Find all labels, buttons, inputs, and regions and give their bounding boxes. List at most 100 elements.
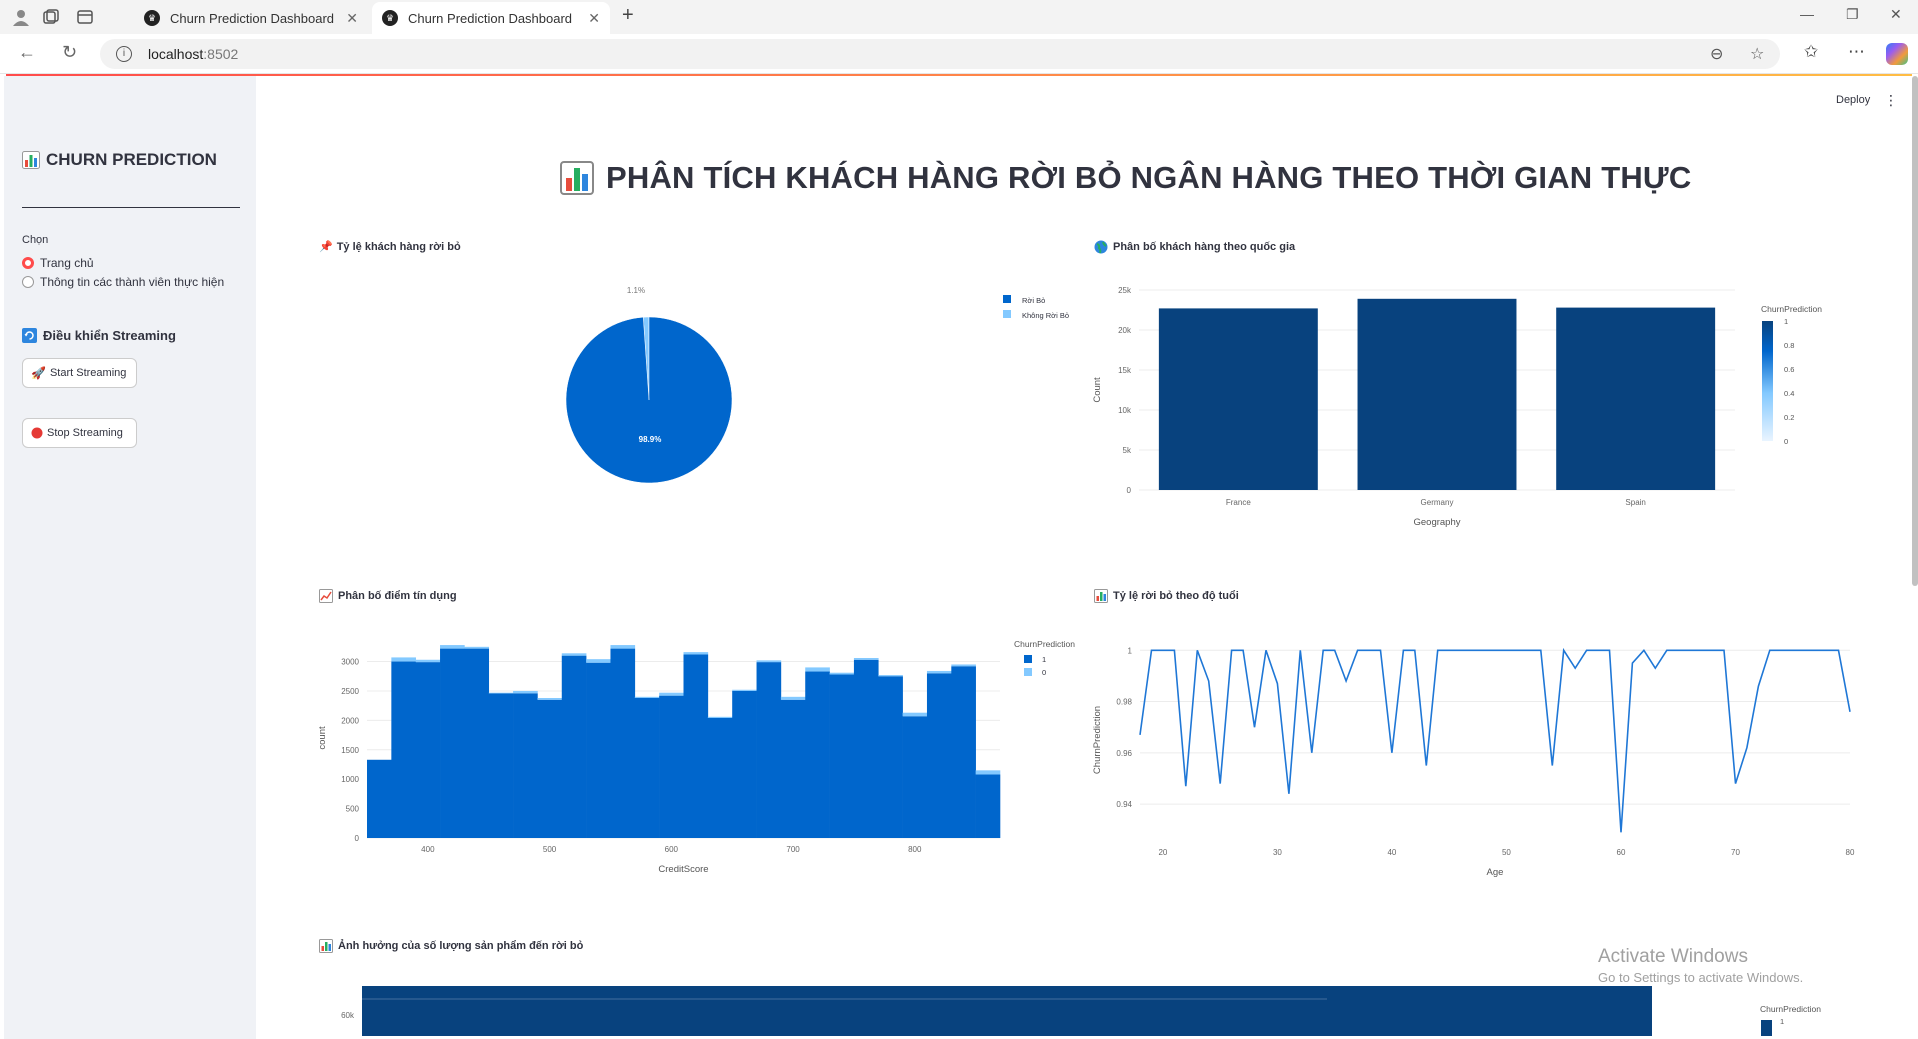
y-tick-label: 2500 (341, 687, 359, 696)
page-scrollbar[interactable] (1912, 76, 1918, 586)
y-axis-title: ChurnPrediction (1092, 706, 1103, 774)
legend-swatch (1024, 655, 1032, 663)
divider (22, 207, 240, 208)
histogram-bar (464, 648, 490, 838)
stop-streaming-label: Stop Streaming (47, 427, 123, 439)
histogram-bar (513, 693, 538, 838)
refresh-button-icon (22, 328, 37, 343)
section-header-text: Ảnh hưởng của số lượng sản phẩm đến rời … (338, 940, 584, 952)
tab-title: Churn Prediction Dashboard (408, 10, 573, 26)
url-field[interactable]: i localhost:8502 ⊖ ☆ (100, 39, 1780, 69)
geography-bar-chart[interactable]: 0 5k 10k 15k 20k 25k France Germany Spain Geograp… (1090, 260, 1870, 530)
colorbar (1761, 1020, 1772, 1036)
histogram-bar (610, 648, 636, 838)
y-tick-label: 15k (1118, 366, 1132, 375)
legend-label: Rời Bỏ (1022, 296, 1045, 305)
windows-activation-watermark: Activate Windows Go to Settings to activ… (1598, 946, 1803, 985)
url-port: :8502 (203, 46, 239, 62)
histogram-bar (951, 666, 976, 838)
radio-option-members[interactable]: Thông tin các thành viên thực hiện (22, 275, 224, 289)
colorbar-tick-label: 1 (1780, 1017, 1784, 1026)
histogram-bar (415, 659, 441, 663)
favorites-icon[interactable]: ✩ (1804, 42, 1818, 62)
radio-option-label: Thông tin các thành viên thực hiện (40, 275, 225, 289)
workspaces-icon[interactable] (40, 6, 62, 28)
new-tab-icon[interactable]: + (622, 4, 634, 27)
y-tick-label: 0 (355, 834, 360, 843)
series-line (1139, 647, 1851, 833)
histogram-bar (707, 716, 733, 718)
minimize-icon[interactable]: — (1800, 6, 1814, 22)
histogram-bar (878, 676, 903, 838)
histogram-bar (780, 696, 806, 700)
profile-icon[interactable] (10, 6, 32, 28)
histogram-bar (975, 774, 1001, 838)
age-churn-line-chart[interactable]: 0.94 0.96 0.98 1 20 30 40 50 60 70 80 Age ChurnPredi… (1090, 630, 1870, 890)
radio-selected-icon[interactable] (22, 257, 34, 269)
pushpin-icon: 📌 (319, 241, 333, 253)
deploy-button[interactable]: Deploy (1836, 94, 1870, 106)
histogram-bar (634, 696, 660, 698)
histogram-bar (951, 664, 976, 667)
stop-streaming-button[interactable]: Stop Streaming (22, 418, 137, 448)
histogram-bar (488, 693, 514, 838)
x-tick-label: 70 (1731, 848, 1740, 857)
close-window-icon[interactable]: ✕ (1890, 6, 1902, 23)
x-axis-title: Age (1487, 867, 1504, 878)
histogram-bar (488, 692, 514, 694)
back-icon[interactable]: ← (18, 42, 36, 63)
browser-tab-2[interactable]: ♛ Churn Prediction Dashboard ✕ (372, 2, 610, 34)
streamlit-header-decoration (6, 74, 1912, 76)
histogram-bar (902, 716, 928, 838)
histogram-bar (440, 645, 465, 649)
histogram-bar (391, 661, 416, 838)
churn-pie-chart[interactable]: 98.9% 1.1% Rời Bỏ Không Rời Bỏ (319, 260, 1089, 510)
zoom-icon[interactable]: ⊖ (1710, 44, 1723, 64)
y-tick-label: 1000 (341, 775, 359, 784)
y-tick-label: 2000 (341, 716, 359, 725)
y-tick-label: 3000 (341, 658, 359, 667)
legend-label: 0 (1042, 668, 1046, 677)
legend-title: ChurnPrediction (1014, 639, 1075, 649)
y-axis-title: Count (1092, 377, 1103, 403)
histogram-bar (853, 658, 879, 660)
histogram-bar (805, 671, 830, 838)
close-tab-icon[interactable]: ✕ (588, 10, 600, 27)
y-tick-label: 5k (1123, 446, 1132, 455)
bar-chart-icon (560, 161, 594, 195)
bar (1357, 298, 1517, 490)
credit-score-histogram[interactable]: 0 500 1000 1500 2000 2500 3000 400 500 600 700 800 C… (312, 630, 1082, 880)
site-info-icon[interactable]: i (116, 46, 132, 62)
histogram-bar (634, 698, 660, 838)
restore-icon[interactable]: ❐ (1846, 6, 1859, 23)
tab-actions-icon[interactable] (74, 6, 96, 28)
x-tick-label: 500 (543, 845, 557, 854)
favorite-star-icon[interactable]: ☆ (1750, 44, 1764, 64)
x-tick-label: 40 (1387, 848, 1396, 857)
browser-tab-1[interactable]: ♛ Churn Prediction Dashboard ✕ (134, 2, 368, 34)
refresh-icon[interactable]: ↻ (62, 42, 77, 63)
bar (1556, 307, 1716, 490)
red-circle-icon (31, 427, 43, 439)
histogram-bar (659, 692, 684, 696)
sidebar-title-text: CHURN PREDICTION (46, 150, 217, 169)
products-bar-chart[interactable]: 60k ChurnPrediction 1 (312, 980, 1872, 1036)
main-menu-icon[interactable]: ⋮ (1884, 92, 1898, 109)
more-menu-icon[interactable]: ⋯ (1848, 42, 1865, 62)
histogram-bar (659, 695, 684, 838)
close-tab-icon[interactable]: ✕ (346, 10, 358, 27)
pie-data-label: 1.1% (627, 286, 645, 295)
histogram-bar (756, 660, 782, 663)
start-streaming-button[interactable]: 🚀 Start Streaming (22, 358, 137, 388)
copilot-icon[interactable] (1886, 43, 1908, 65)
legend-swatch (1024, 668, 1032, 676)
x-tick-label: 20 (1158, 848, 1167, 857)
y-tick-label: 1500 (341, 746, 359, 755)
bar-chart-icon (319, 939, 333, 953)
colorbar-title: ChurnPrediction (1760, 1004, 1821, 1014)
histogram-bar (732, 689, 757, 691)
streamlit-favicon-icon: ♛ (144, 10, 160, 26)
radio-option-home[interactable]: Trang chủ (22, 256, 94, 270)
colorbar-tick-label: 0.8 (1784, 341, 1794, 350)
radio-unselected-icon[interactable] (22, 276, 34, 288)
